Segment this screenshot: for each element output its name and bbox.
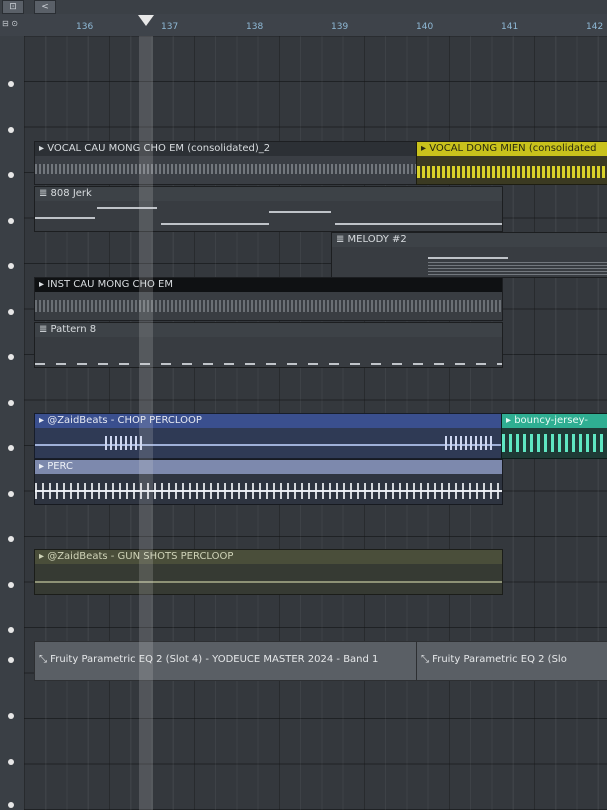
waveform — [417, 166, 607, 178]
clip-title: ▸ INST CAU MONG CHO EM — [35, 278, 502, 292]
track-dot[interactable] — [8, 759, 14, 765]
note — [35, 217, 95, 219]
clip-title: ▸ @ZaidBeats - GUN SHOTS PERCLOOP — [35, 550, 502, 564]
track-dot[interactable] — [8, 354, 14, 360]
bar-number: 138 — [246, 22, 264, 32]
track-dot[interactable] — [8, 713, 14, 719]
clip-title: ≣ MELODY #2 — [332, 233, 607, 247]
playhead-line — [139, 36, 153, 810]
clip-title: ▸ @ZaidBeats - CHOP PERCLOOP — [35, 414, 502, 428]
clip-title: ▸ PERC — [35, 460, 502, 474]
playhead-marker[interactable] — [138, 15, 154, 26]
view-icon[interactable]: ⊡ — [2, 0, 24, 14]
top-toolbar: ⊡ < — [0, 0, 607, 15]
bar-number: 137 — [161, 22, 179, 32]
bar-number: 141 — [501, 22, 519, 32]
track-dot[interactable] — [8, 263, 14, 269]
track-dot[interactable] — [8, 582, 14, 588]
track-dot[interactable] — [8, 400, 14, 406]
note — [269, 211, 331, 213]
track-dot[interactable] — [8, 491, 14, 497]
timeline-ruler[interactable]: ⊟ ⊙ 136 137 138 139 140 141 142 — [0, 14, 607, 37]
track-dot[interactable] — [8, 657, 14, 663]
clip-title: ≣ Pattern 8 — [35, 323, 502, 337]
automation-clip[interactable]: ⤡ Fruity Parametric EQ 2 (Slo — [416, 641, 607, 681]
clip-title: ≣ 808 Jerk — [35, 187, 502, 201]
clip-title: ▸ VOCAL DONG MIEN (consolidated — [417, 142, 607, 156]
track-dot[interactable] — [8, 218, 14, 224]
track-dot[interactable] — [8, 81, 14, 87]
track-dot[interactable] — [8, 172, 14, 178]
bar-number: 142 — [586, 22, 604, 32]
pattern-clip[interactable]: ≣ MELODY #2 — [331, 232, 607, 278]
automation-clip[interactable]: ⤡ Fruity Parametric EQ 2 (Slot 4) - YODE… — [34, 641, 418, 681]
audio-clip[interactable]: ▸ @ZaidBeats - CHOP PERCLOOP — [34, 413, 503, 459]
audio-clip[interactable]: ▸ @ZaidBeats - GUN SHOTS PERCLOOP — [34, 549, 503, 595]
back-button[interactable]: < — [34, 0, 56, 14]
waveform — [35, 581, 502, 583]
waveform-peak — [445, 436, 495, 450]
note — [428, 257, 508, 259]
bar-number: 139 — [331, 22, 349, 32]
bar-number: 136 — [76, 22, 94, 32]
clip-title: ⤡ Fruity Parametric EQ 2 (Slo — [421, 654, 567, 665]
note — [335, 223, 502, 225]
note-row — [35, 363, 502, 365]
track-dot[interactable] — [8, 627, 14, 633]
waveform — [35, 164, 417, 174]
audio-clip[interactable]: ▸ INST CAU MONG CHO EM — [34, 277, 503, 321]
note — [161, 223, 269, 225]
pattern-clip[interactable]: ≣ 808 Jerk — [34, 186, 503, 232]
bar-number: 140 — [416, 22, 434, 32]
audio-clip[interactable]: ▸ VOCAL CAU MONG CHO EM (consolidated)_2 — [34, 141, 418, 185]
clip-title: ⤡ Fruity Parametric EQ 2 (Slot 4) - YODE… — [39, 654, 379, 665]
ruler-options-icon[interactable]: ⊟ ⊙ — [2, 19, 18, 28]
track-dot[interactable] — [8, 309, 14, 315]
waveform — [502, 434, 607, 452]
note-block — [428, 261, 607, 275]
waveform — [35, 300, 502, 312]
waveform-peak — [35, 483, 502, 499]
pattern-clip[interactable]: ≣ Pattern 8 — [34, 322, 503, 368]
audio-clip[interactable]: ▸ PERC — [34, 459, 503, 505]
track-dot[interactable] — [8, 127, 14, 133]
track-header-column — [0, 36, 25, 810]
clip-title: ▸ VOCAL CAU MONG CHO EM (consolidated)_2 — [35, 142, 417, 156]
track-dot[interactable] — [8, 536, 14, 542]
audio-clip[interactable]: ▸ bouncy-jersey- — [501, 413, 607, 459]
track-dot[interactable] — [8, 445, 14, 451]
track-dot[interactable] — [8, 802, 14, 808]
clip-title: ▸ bouncy-jersey- — [502, 414, 607, 428]
audio-clip[interactable]: ▸ VOCAL DONG MIEN (consolidated — [416, 141, 607, 185]
